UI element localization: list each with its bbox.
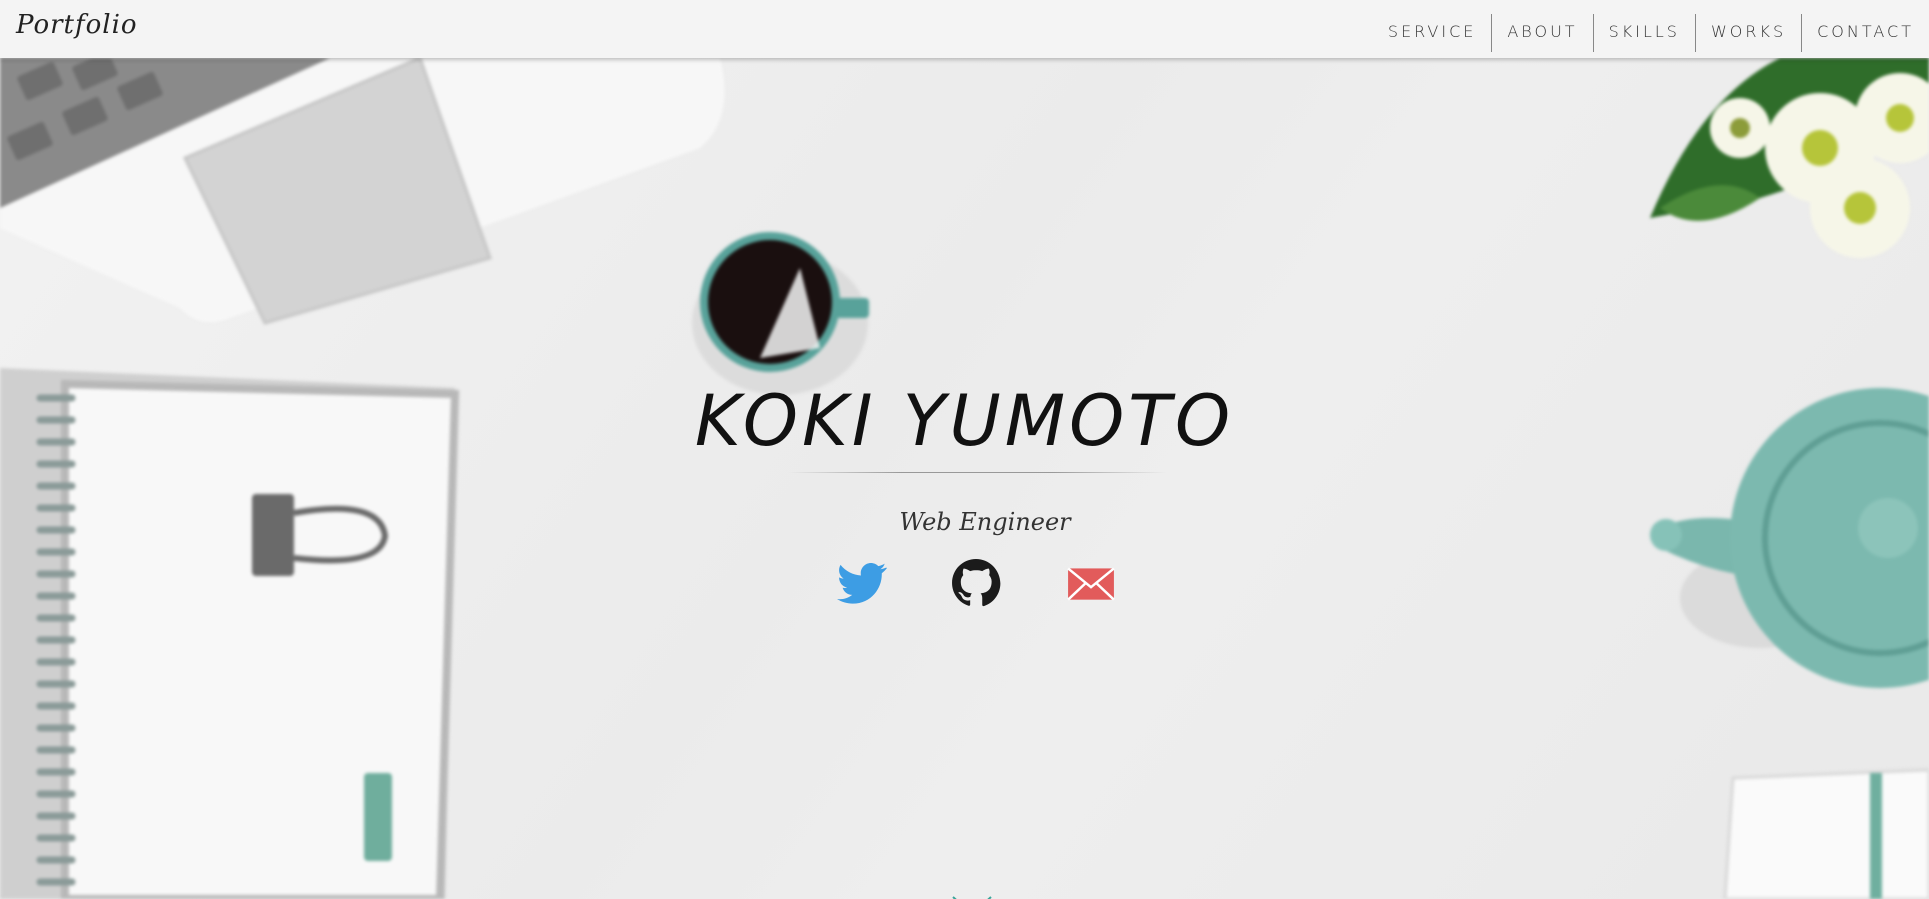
site-logo[interactable]: Portfolio [16,10,138,40]
nav-about[interactable]: ABOUT [1491,14,1592,52]
desk-background-image [0,58,1929,899]
chevron-down-icon[interactable] [951,894,993,899]
github-icon [952,559,1001,607]
notepad-illustration [1723,768,1929,899]
main-nav: SERVICE ABOUT SKILLS WORKS CONTACT [1373,14,1929,54]
laptop-illustration [0,58,725,325]
nav-works[interactable]: WORKS [1694,14,1801,52]
mail-icon [1067,567,1115,601]
site-header: Portfolio SERVICE ABOUT SKILLS WORKS CON… [0,0,1929,58]
nav-contact[interactable]: CONTACT [1801,14,1929,52]
twitter-link[interactable] [837,558,887,608]
nav-skills[interactable]: SKILLS [1592,14,1695,52]
coffee-cup-illustration [692,232,869,395]
flowers-illustration [1650,58,1929,258]
nav-service[interactable]: SERVICE [1373,14,1491,52]
mail-link[interactable] [1066,558,1116,608]
hero-subtitle: Web Engineer [899,508,1071,536]
name-divider [788,472,1166,473]
twitter-icon [837,563,887,604]
hero-name: KOKI YUMOTO [694,380,1235,462]
github-link[interactable] [951,558,1001,608]
hero-section: KOKI YUMOTO Web Engineer [0,58,1929,899]
